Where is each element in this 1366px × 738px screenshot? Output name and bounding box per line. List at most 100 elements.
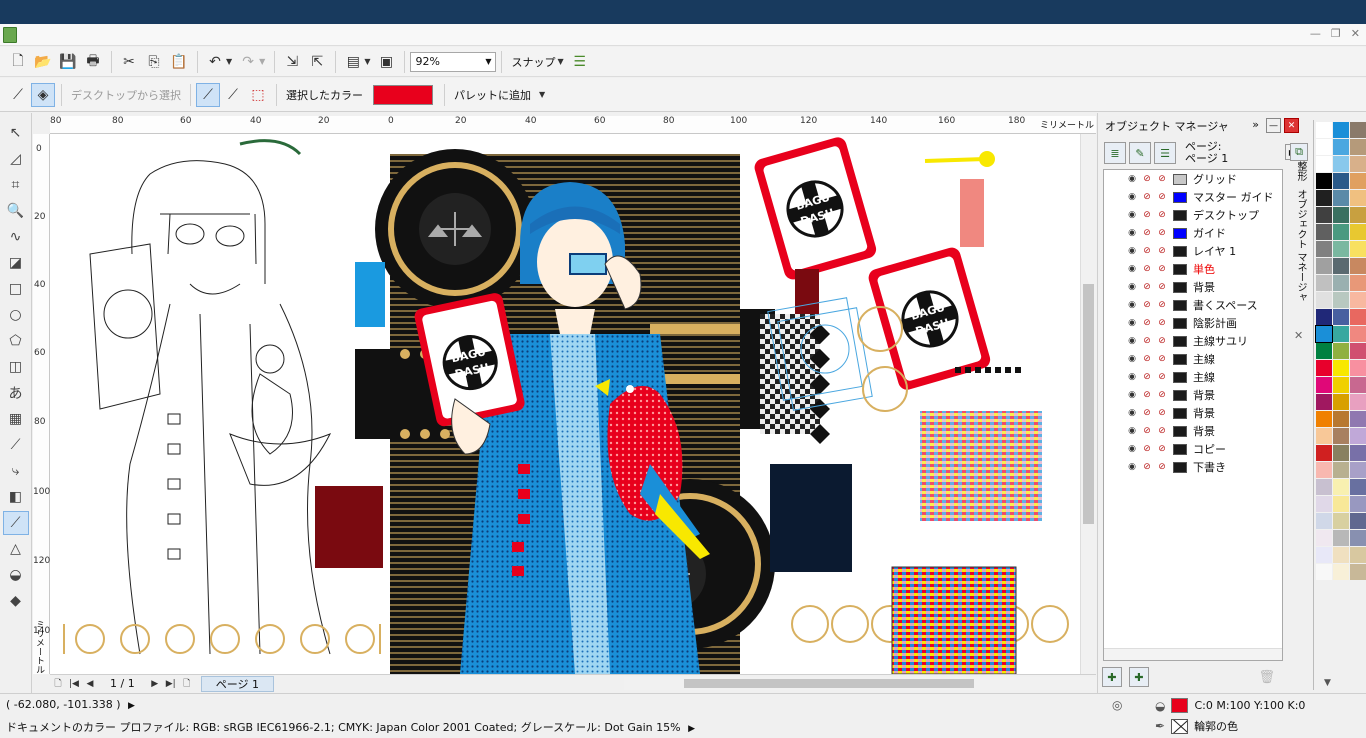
printer-icon[interactable]: ⊘ [1141, 317, 1153, 329]
palette-swatch[interactable] [1350, 309, 1366, 325]
eye-icon[interactable]: ◉ [1126, 281, 1138, 293]
palette-swatch[interactable] [1350, 411, 1366, 427]
add-palette-dropdown-icon[interactable]: ▼ [539, 90, 545, 99]
palette-swatch[interactable] [1350, 207, 1366, 223]
palette-swatch[interactable] [1350, 173, 1366, 189]
lock-icon[interactable]: ⊘ [1156, 389, 1168, 401]
palette-swatch[interactable] [1316, 122, 1332, 138]
palette-swatch[interactable] [1316, 275, 1332, 291]
printer-icon[interactable]: ⊘ [1141, 389, 1153, 401]
palette-swatch[interactable] [1350, 326, 1366, 342]
minimize-docker-icon[interactable]: — [1266, 118, 1281, 133]
palette-swatch[interactable] [1316, 258, 1332, 274]
lock-icon[interactable]: ⊘ [1156, 227, 1168, 239]
eyedropper-icon[interactable]: ⟋ [6, 83, 30, 107]
eye-icon[interactable]: ◉ [1126, 389, 1138, 401]
palette-swatch[interactable] [1315, 325, 1333, 343]
eye-icon[interactable]: ◉ [1126, 263, 1138, 275]
horizontal-scrollbar[interactable] [624, 677, 1114, 690]
eye-icon[interactable]: ◉ [1126, 173, 1138, 185]
palette-swatch[interactable] [1316, 190, 1332, 206]
basic-shapes-icon[interactable]: ◫ [3, 355, 29, 379]
app-icon[interactable] [3, 27, 17, 43]
redo-icon[interactable]: ↷ [236, 50, 260, 74]
text-tool-icon[interactable]: あ [3, 381, 29, 405]
lock-icon[interactable]: ⊘ [1156, 371, 1168, 383]
layer-manager-view-icon[interactable]: ☰ [1154, 142, 1176, 164]
export-icon[interactable]: ⇱ [305, 50, 329, 74]
palette-swatch[interactable] [1333, 564, 1349, 580]
minimize-icon[interactable]: — [1310, 27, 1321, 40]
undo-icon[interactable]: ↶ [203, 50, 227, 74]
palette-swatch[interactable] [1316, 207, 1332, 223]
printer-icon[interactable]: ⊘ [1141, 299, 1153, 311]
palette-swatch[interactable] [1350, 224, 1366, 240]
layer-row[interactable]: ◉ ⊘ ⊘ マスター ガイド [1104, 188, 1282, 206]
redo-dropdown-icon[interactable]: ▼ [259, 57, 265, 66]
close-tab-icon[interactable]: ✕ [1294, 329, 1303, 342]
layer-row[interactable]: ◉ ⊘ ⊘ 陰影計画 [1104, 314, 1282, 332]
layer-row[interactable]: ◉ ⊘ ⊘ 背景 [1104, 404, 1282, 422]
palette-swatch[interactable] [1333, 207, 1349, 223]
print-icon[interactable]: 🖶 [81, 50, 105, 74]
lock-icon[interactable]: ⊘ [1156, 209, 1168, 221]
application-launcher-icon[interactable]: ▤ [341, 50, 365, 74]
outline-indicator[interactable]: ✒ 輪郭の色 [1155, 718, 1238, 734]
palette-swatch[interactable] [1333, 377, 1349, 393]
lock-icon[interactable]: ⊘ [1156, 335, 1168, 347]
palette-swatch[interactable] [1333, 496, 1349, 512]
interactive-fill-icon[interactable]: ◆ [3, 589, 29, 613]
edit-across-layers-icon[interactable]: ✎ [1129, 142, 1151, 164]
lock-icon[interactable]: ⊘ [1156, 245, 1168, 257]
import-icon[interactable]: ⇲ [280, 50, 304, 74]
undo-dropdown-icon[interactable]: ▼ [226, 57, 232, 66]
palette-scroll-down-icon[interactable]: ▼ [1324, 678, 1331, 688]
lock-icon[interactable]: ⊘ [1156, 173, 1168, 185]
palette-swatch[interactable] [1316, 377, 1332, 393]
printer-icon[interactable]: ⊘ [1141, 443, 1153, 455]
close-docker-icon[interactable]: ✕ [1284, 118, 1299, 133]
palette-swatch[interactable] [1333, 445, 1349, 461]
printer-icon[interactable]: ⊘ [1141, 425, 1153, 437]
palette-swatch[interactable] [1333, 156, 1349, 172]
palette-swatch[interactable] [1350, 241, 1366, 257]
lock-icon[interactable]: ⊘ [1156, 461, 1168, 473]
lock-icon[interactable]: ⊘ [1156, 299, 1168, 311]
outline-tool-icon[interactable]: △ [3, 537, 29, 561]
close-icon[interactable]: ✕ [1351, 27, 1360, 40]
palette-swatch[interactable] [1350, 530, 1366, 546]
palette-swatch[interactable] [1333, 530, 1349, 546]
layer-row[interactable]: ◉ ⊘ ⊘ 主線 [1104, 350, 1282, 368]
eye-icon[interactable]: ◉ [1126, 209, 1138, 221]
palette-swatch[interactable] [1333, 224, 1349, 240]
printer-icon[interactable]: ⊘ [1141, 173, 1153, 185]
layer-row[interactable]: ◉ ⊘ ⊘ 単色 [1104, 260, 1282, 278]
layer-list[interactable]: ◉ ⊘ ⊘ グリッド ◉ ⊘ ⊘ マスター ガイド ◉ ⊘ ⊘ デスクトップ ◉ ⊘ ⊘ ガイド ◉ ⊘ ⊘ レイヤ … [1103, 169, 1283, 661]
eye-icon[interactable]: ◉ [1126, 335, 1138, 347]
palette-swatch[interactable] [1333, 139, 1349, 155]
next-page-icon[interactable]: ▶ [147, 679, 163, 689]
vertical-ruler[interactable]: 0 20 40 60 80 100 120 140 ミリメートル [33, 134, 50, 674]
lock-icon[interactable]: ⊘ [1156, 263, 1168, 275]
crop-tool-icon[interactable]: ⌗ [3, 173, 29, 197]
layer-row[interactable]: ◉ ⊘ ⊘ ガイド [1104, 224, 1282, 242]
tab-shaping[interactable]: 整形 [1293, 161, 1308, 181]
palette-swatch[interactable] [1350, 275, 1366, 291]
palette-swatch[interactable] [1316, 292, 1332, 308]
palette-swatch[interactable] [1333, 275, 1349, 291]
palette-swatch[interactable] [1316, 241, 1332, 257]
palette-swatch[interactable] [1316, 428, 1332, 444]
printer-icon[interactable]: ⊘ [1141, 191, 1153, 203]
tab-object-manager[interactable]: オブジェクト マネージャ [1293, 189, 1308, 302]
new-master-layer-icon[interactable]: ✚ [1129, 667, 1149, 687]
expand-icon[interactable]: » [1252, 118, 1259, 133]
pick-tool-icon[interactable]: ↖ [3, 121, 29, 145]
palette-swatch[interactable] [1350, 496, 1366, 512]
eye-icon[interactable]: ◉ [1126, 299, 1138, 311]
palette-swatch[interactable] [1333, 547, 1349, 563]
save-icon[interactable]: 💾 [56, 50, 80, 74]
palette-swatch[interactable] [1333, 394, 1349, 410]
fill-indicator[interactable]: ◒ C:0 M:100 Y:100 K:0 [1155, 698, 1305, 713]
palette-swatch[interactable] [1350, 445, 1366, 461]
layer-row[interactable]: ◉ ⊘ ⊘ コピー [1104, 440, 1282, 458]
